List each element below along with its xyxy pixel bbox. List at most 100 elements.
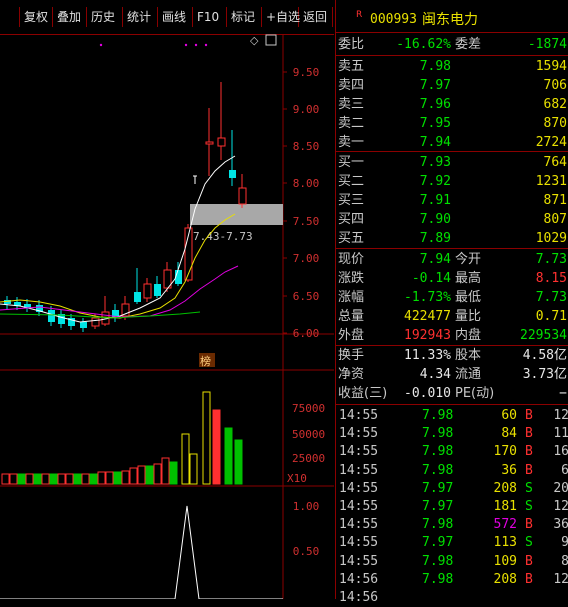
tick-side: B xyxy=(525,462,533,478)
fund-row[interactable]: 净资 4.34 3.73亿 流通 xyxy=(336,365,568,384)
buy-order-row[interactable]: 买五 7.89 1029 xyxy=(336,229,568,248)
add-favorite-button[interactable]: +自选 xyxy=(262,7,300,27)
volume-bar xyxy=(97,471,106,485)
sell-price: 7.96 xyxy=(419,97,451,112)
tick-count: 9 xyxy=(561,535,568,551)
history-button[interactable]: 历史 xyxy=(87,7,123,27)
tick-side: S xyxy=(525,480,533,496)
sell-volume: 870 xyxy=(543,116,567,131)
tick-count: 16 xyxy=(553,444,568,460)
stat-row[interactable]: 外盘 192943 229534 内盘 xyxy=(336,326,568,345)
buy-order-row[interactable]: 买一 7.93 764 xyxy=(336,153,568,172)
stat-row[interactable]: 现价 7.94 7.73 今开 xyxy=(336,250,568,269)
volume-bar xyxy=(189,453,198,485)
maximize-icon[interactable] xyxy=(265,34,277,46)
buy-order-row[interactable]: 买四 7.90 807 xyxy=(336,210,568,229)
stat-row[interactable]: 涨跌 -0.14 8.15 最高 xyxy=(336,269,568,288)
tick-count: 36 xyxy=(553,517,568,533)
volume-bar xyxy=(1,473,10,485)
tick-row: 14:55 7.98 170 B 16 xyxy=(336,443,568,461)
fund-value: 4.34 xyxy=(419,367,451,382)
tick-row: 14:56 7.98 208 B 12 xyxy=(336,571,568,589)
stock-name: 闽东电力 xyxy=(422,12,478,28)
sell-order-row[interactable]: 卖一 7.94 2724 xyxy=(336,133,568,152)
tick-time: 14:55 xyxy=(339,553,379,569)
fund-row[interactable]: 换手 11.33% 4.58亿 股本 xyxy=(336,346,568,365)
volume-tick-label: 25000 xyxy=(292,452,325,465)
buy-order-row[interactable]: 买三 7.91 871 xyxy=(336,191,568,210)
price-tick-label: 7.00 xyxy=(293,252,320,265)
tick-volume: 109 xyxy=(493,553,517,569)
price-range-box xyxy=(190,204,283,225)
candle-body xyxy=(229,170,236,178)
stat-label: 外盘 xyxy=(338,328,365,343)
volume-axis: 75000 50000 25000 xyxy=(292,402,325,465)
statistics-button[interactable]: 统计 xyxy=(123,7,158,27)
tick-row: 14:55 7.98 60 B 12 xyxy=(336,407,568,425)
event-dot xyxy=(194,43,198,47)
tick-count: 20 xyxy=(553,480,568,496)
sell-price: 7.98 xyxy=(419,59,451,74)
f10-button[interactable]: F10 xyxy=(193,7,227,27)
weibi-value: -16.62% xyxy=(396,37,451,52)
price-range-label: 7.43-7.73 xyxy=(193,230,253,243)
tick-side: B xyxy=(525,553,533,569)
sell-order-row[interactable]: 卖四 7.97 706 xyxy=(336,76,568,95)
tick-volume: 208 xyxy=(493,480,517,496)
tick-count: 12 xyxy=(553,408,568,423)
tick-volume: 208 xyxy=(493,571,517,587)
tick-row: 14:55 7.97 208 S 20 xyxy=(336,480,568,498)
tick-side: B xyxy=(525,426,533,442)
volume-bar xyxy=(212,409,221,485)
sell-price: 7.95 xyxy=(419,116,451,131)
event-dot xyxy=(99,43,103,47)
stat-label-2: 今开 xyxy=(455,252,482,267)
buy-volume: 807 xyxy=(543,212,567,227)
stock-marker: R xyxy=(356,10,363,20)
mark-button[interactable]: 标记 xyxy=(227,7,262,27)
candle-body xyxy=(48,310,55,322)
divider xyxy=(336,248,568,249)
tick-price: 7.98 xyxy=(422,408,454,423)
candle-body xyxy=(143,283,152,299)
tick-volume: 84 xyxy=(501,426,517,442)
sell-order-row[interactable]: 卖五 7.98 1594 xyxy=(336,57,568,76)
fund-value: -0.010 xyxy=(404,386,451,401)
overlay-button[interactable]: 叠加 xyxy=(53,7,87,27)
buy-volume: 764 xyxy=(543,155,567,170)
diamond-icon[interactable]: ◇ xyxy=(250,34,259,47)
tick-side: B xyxy=(525,408,533,423)
draw-line-button[interactable]: 画线 xyxy=(158,7,193,27)
sell-order-row[interactable]: 卖二 7.95 870 xyxy=(336,114,568,133)
tick-time: 14:55 xyxy=(339,444,379,460)
tick-price: 7.98 xyxy=(422,553,454,569)
tick-price: 7.98 xyxy=(422,517,454,533)
indicator-line xyxy=(0,505,283,599)
kline-chart[interactable]: ◇ 9.50 9.00 8.50 8.00 7.50 7.00 6.50 6.00 7.43-… xyxy=(0,34,334,599)
tick-time: 14:56 xyxy=(339,590,379,605)
volume-bar xyxy=(169,461,178,485)
buy-level-label: 买五 xyxy=(338,231,365,246)
fund-row[interactable]: 收益(三) -0.010 − PE(动) xyxy=(336,384,568,403)
tick-price: 7.98 xyxy=(422,571,454,587)
volume-bar xyxy=(25,473,34,485)
sell-order-row[interactable]: 卖三 7.96 682 xyxy=(336,95,568,114)
price-tick-label: 9.00 xyxy=(293,103,320,116)
buy-volume: 871 xyxy=(543,193,567,208)
back-button[interactable]: 返回 xyxy=(299,7,333,27)
weibi-row: 委比 -16.62% 委差 -1874 xyxy=(336,35,568,54)
tick-volume: 170 xyxy=(493,444,517,460)
fund-label-2: PE(动) xyxy=(455,386,495,401)
volume-bar xyxy=(224,427,233,485)
sell-price: 7.94 xyxy=(419,135,451,150)
tick-row: 14:55 7.97 113 S 9 xyxy=(336,534,568,552)
buy-order-row[interactable]: 买二 7.92 1231 xyxy=(336,172,568,191)
volume-bar xyxy=(153,463,162,485)
stat-row[interactable]: 总量 422477 0.71 量比 xyxy=(336,307,568,326)
volume-tick-label: 50000 xyxy=(292,428,325,441)
volume-bar xyxy=(81,473,90,485)
fuquan-button[interactable]: 复权 xyxy=(19,7,53,27)
volume-bar xyxy=(113,471,122,485)
tick-time: 14:55 xyxy=(339,462,379,478)
stat-row[interactable]: 涨幅 -1.73% 7.73 最低 xyxy=(336,288,568,307)
